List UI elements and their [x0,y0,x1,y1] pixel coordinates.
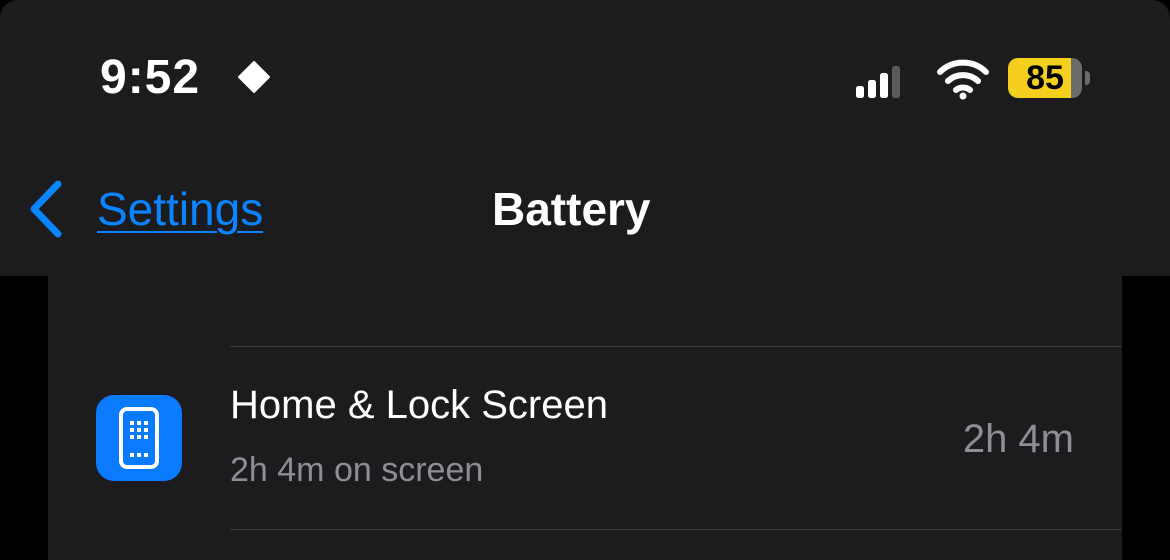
list-item-title: Home & Lock Screen [230,383,608,427]
battery-level: 85 [1026,59,1064,97]
diamond-icon [238,61,270,93]
list-item-subtitle: 2h 4m on screen [230,451,484,489]
usage-list: Home & Lock Screen 2h 4m on screen 2h 4m [48,276,1122,560]
header: 9:52 85 Settings Battery [0,0,1170,276]
back-button[interactable]: Settings [97,182,263,236]
chevron-left-icon[interactable] [26,180,66,238]
list-item-value: 2h 4m [962,417,1074,461]
battery-body: 85 [1008,58,1082,98]
battery-nub [1085,71,1090,85]
cellular-signal-icon [856,66,900,98]
list-item-home-lock-screen[interactable]: Home & Lock Screen 2h 4m on screen 2h 4m [48,347,1122,529]
page-title: Battery [492,183,651,235]
wifi-icon [937,59,989,100]
divider [230,529,1122,530]
screen: 9:52 85 Settings Battery Home & Lock Scr… [0,0,1170,560]
home-lock-screen-icon [96,395,182,481]
battery-indicator: 85 [1008,58,1090,100]
status-time: 9:52 [100,51,201,104]
